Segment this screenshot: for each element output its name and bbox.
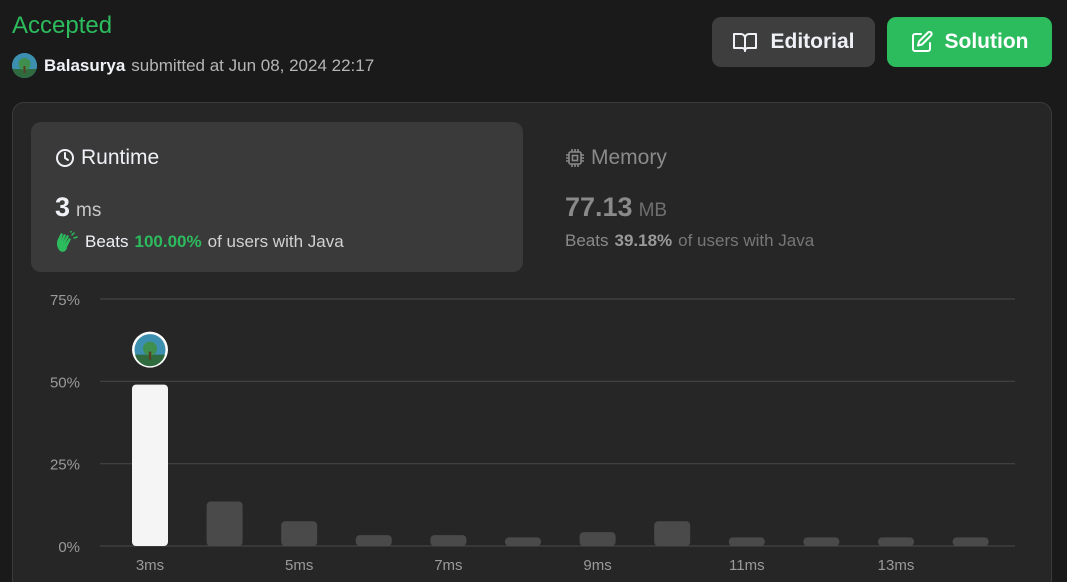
chart-y-tick-label: 75%	[50, 292, 80, 309]
chart-bar[interactable]	[878, 537, 914, 546]
chart-user-avatar[interactable]	[132, 331, 168, 368]
chart-bar[interactable]	[803, 537, 840, 546]
chart-x-tick-label: 7ms	[434, 557, 462, 574]
chart-bar[interactable]	[728, 537, 765, 546]
chart-x-tick-label: 9ms	[583, 557, 611, 574]
chart-bar[interactable]	[952, 537, 989, 546]
chart-bar[interactable]	[206, 501, 243, 546]
chart-x-tick-label: 5ms	[285, 557, 313, 574]
chart-bar[interactable]	[430, 535, 467, 546]
runtime-distribution-chart: 0% 25% 50% 75% 3ms 5ms 7ms 9ms 11ms 13ms	[50, 292, 1015, 574]
chart-x-tick-label: 13ms	[878, 557, 915, 574]
chart-bar[interactable]	[505, 537, 541, 546]
chart-y-tick-label: 50%	[50, 374, 80, 391]
chart-x-tick-label: 3ms	[136, 557, 164, 574]
chart-bar[interactable]	[654, 521, 691, 546]
chart-y-tick-label: 25%	[50, 457, 80, 474]
chart-x-tick-label: 11ms	[729, 557, 765, 574]
chart-bar[interactable]	[355, 535, 392, 546]
chart-bar[interactable]	[132, 384, 168, 546]
chart-bar[interactable]	[281, 521, 318, 546]
chart-y-tick-label: 0%	[58, 539, 80, 556]
chart-bar[interactable]	[579, 532, 616, 546]
